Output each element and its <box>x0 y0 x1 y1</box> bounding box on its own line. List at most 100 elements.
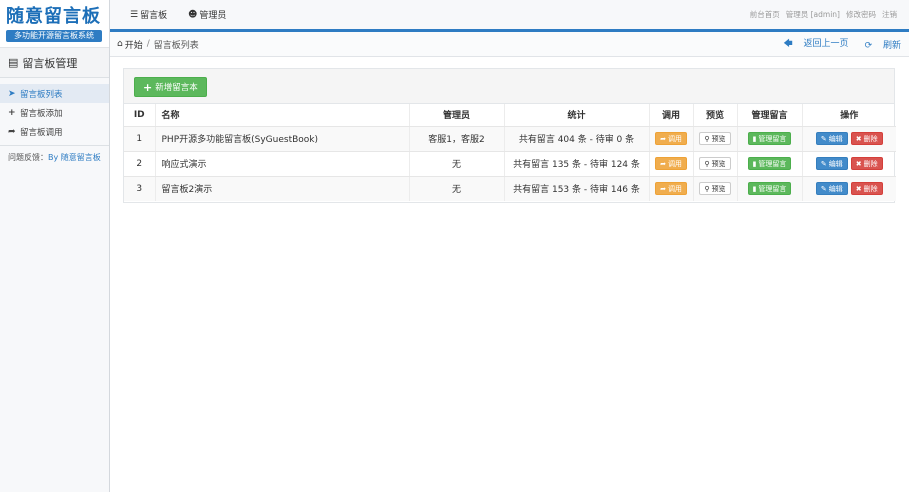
manage-label: 管理留言 <box>758 184 787 193</box>
topnav-label: 管理员 <box>199 11 227 21</box>
table-row: 3 留言板2演示 无 共有留言 153 条 - 待审 146 条 ➦ 调用 ⚲ 预览… <box>124 176 896 201</box>
edit-icon: ✎ <box>820 184 827 193</box>
sidebar: 随意留言板 多功能开源留言板系统 ▤ 留言板管理 ➤ 留言板列表 + 留言板添加… <box>0 0 110 492</box>
manage-label: 管理留言 <box>758 159 787 168</box>
edit-label: 编辑 <box>828 184 843 193</box>
cell-manage: ▮ 管理留言 <box>737 176 803 201</box>
plus-icon: + <box>143 80 153 94</box>
cell-admin: 客服1，客服2 <box>409 126 505 152</box>
comment-icon: ▮ <box>752 184 757 193</box>
manage-messages-button[interactable]: ▮ 管理留言 <box>747 182 792 196</box>
preview-button[interactable]: ⚲ 预览 <box>699 132 731 145</box>
cell-stats: 共有留言 135 条 - 待审 124 条 <box>504 151 650 177</box>
preview-label: 预览 <box>711 134 726 143</box>
comment-icon: ▮ <box>752 159 757 168</box>
cell-manage: ▮ 管理留言 <box>737 126 803 152</box>
frontpage-link[interactable]: 前台首页 <box>750 9 780 20</box>
feedback-link[interactable]: By 随意留言板 <box>48 153 101 162</box>
share-arrow-icon: ➦ <box>8 126 16 137</box>
cell-call: ➦ 调用 <box>649 176 694 201</box>
share-arrow-icon: ➦ <box>660 159 666 168</box>
comment-icon: ▮ <box>752 134 757 143</box>
edit-button[interactable]: ✎ 编辑 <box>815 132 848 145</box>
delete-button[interactable]: ✖ 删除 <box>850 132 883 145</box>
call-label: 调用 <box>667 184 682 193</box>
delete-label: 删除 <box>863 159 878 168</box>
change-password-link[interactable]: 修改密码 <box>846 9 876 20</box>
sidebar-item-list[interactable]: ➤ 留言板列表 <box>0 84 109 103</box>
cell-preview: ⚲ 预览 <box>693 176 738 201</box>
preview-button[interactable]: ⚲ 预览 <box>699 157 731 170</box>
preview-button[interactable]: ⚲ 预览 <box>699 182 731 196</box>
admin-user-link[interactable]: 管理员 [admin] <box>786 9 840 20</box>
logo-title: 随意留言板 <box>6 6 101 27</box>
preview-label: 预览 <box>711 184 726 193</box>
breadcrumb-actions: 🡄 返回上一页 ⟳ 刷新 <box>767 32 901 56</box>
cell-id: 2 <box>124 151 156 177</box>
cell-stats: 共有留言 153 条 - 待审 146 条 <box>504 176 650 201</box>
cell-preview: ⚲ 预览 <box>693 126 738 152</box>
cell-id: 3 <box>124 176 156 201</box>
panel-header: + 新增留言本 <box>124 69 894 104</box>
edit-button[interactable]: ✎ 编辑 <box>815 182 848 196</box>
back-link[interactable]: 🡄 返回上一页 <box>775 36 848 52</box>
search-icon: ⚲ <box>704 184 710 193</box>
preview-label: 预览 <box>711 159 726 168</box>
back-label: 返回上一页 <box>803 39 849 49</box>
list-icon: ☰ <box>130 9 139 20</box>
close-icon: ✖ <box>855 159 862 168</box>
cell-call: ➦ 调用 <box>649 151 694 177</box>
sidebar-item-add[interactable]: + 留言板添加 <box>0 103 109 122</box>
col-call: 调用 <box>649 104 694 127</box>
col-stats: 统计 <box>504 104 650 127</box>
refresh-icon: ⟳ <box>864 40 873 51</box>
home-icon: ⌂ <box>117 39 123 49</box>
topnav-guestbook[interactable]: ☰ 留言板 <box>130 0 167 29</box>
table-row: 1 PHP开源多功能留言板(SyGuestBook) 客服1，客服2 共有留言 … <box>124 126 896 152</box>
refresh-link[interactable]: ⟳ 刷新 <box>857 38 901 51</box>
cell-name: 留言板2演示 <box>155 176 410 201</box>
breadcrumb-home[interactable]: 开始 <box>125 38 143 51</box>
cell-actions: ✎ 编辑 ✖ 删除 <box>802 151 896 177</box>
list-box-icon: ▤ <box>8 56 19 69</box>
cell-actions: ✎ 编辑 ✖ 删除 <box>802 176 896 201</box>
table-header-row: ID 名称 管理员 统计 调用 预览 管理留言 操作 <box>124 104 896 127</box>
delete-label: 删除 <box>863 184 878 193</box>
cell-manage: ▮ 管理留言 <box>737 151 803 177</box>
col-preview: 预览 <box>693 104 738 127</box>
call-button[interactable]: ➦ 调用 <box>655 132 687 145</box>
call-button[interactable]: ➦ 调用 <box>655 182 687 196</box>
edit-label: 编辑 <box>828 134 843 143</box>
manage-label: 管理留言 <box>758 134 787 143</box>
table-row: 2 响应式演示 无 共有留言 135 条 - 待审 124 条 ➦ 调用 ⚲ 预览 … <box>124 151 896 177</box>
sidebar-item-call[interactable]: ➦ 留言板调用 <box>0 122 109 141</box>
add-button-label: 新增留言本 <box>155 83 198 93</box>
call-label: 调用 <box>667 159 682 168</box>
arrow-circle-icon: ➤ <box>8 88 16 99</box>
guestbook-table: ID 名称 管理员 统计 调用 预览 管理留言 操作 1 PHP开源多功能留言板… <box>124 104 896 201</box>
user-icon: ☻ <box>188 9 198 20</box>
cell-name: PHP开源多功能留言板(SyGuestBook) <box>155 126 410 152</box>
delete-button[interactable]: ✖ 删除 <box>850 157 883 170</box>
top-navbar: ☰ 留言板 ☻ 管理员 前台首页 管理员 [admin] 修改密码 注销 <box>110 0 909 32</box>
cell-stats: 共有留言 404 条 - 待审 0 条 <box>504 126 650 152</box>
call-button[interactable]: ➦ 调用 <box>655 157 687 170</box>
cell-call: ➦ 调用 <box>649 126 694 152</box>
edit-label: 编辑 <box>828 159 843 168</box>
guestbook-panel: + 新增留言本 ID 名称 管理员 统计 调用 预览 管理留言 操作 1 PHP… <box>123 68 896 203</box>
logout-link[interactable]: 注销 <box>882 9 897 20</box>
cell-preview: ⚲ 预览 <box>693 151 738 177</box>
logo[interactable]: 随意留言板 多功能开源留言板系统 <box>0 0 109 48</box>
close-icon: ✖ <box>855 134 862 143</box>
manage-messages-button[interactable]: ▮ 管理留言 <box>747 132 792 145</box>
cell-id: 1 <box>124 126 156 152</box>
manage-messages-button[interactable]: ▮ 管理留言 <box>747 157 792 170</box>
topnav-admin[interactable]: ☻ 管理员 <box>188 0 226 29</box>
plus-icon: + <box>8 107 16 118</box>
close-icon: ✖ <box>855 184 862 193</box>
add-guestbook-button[interactable]: + 新增留言本 <box>134 77 207 97</box>
edit-button[interactable]: ✎ 编辑 <box>815 157 848 170</box>
delete-button[interactable]: ✖ 删除 <box>850 182 883 196</box>
refresh-label: 刷新 <box>882 40 901 51</box>
search-icon: ⚲ <box>704 134 710 143</box>
